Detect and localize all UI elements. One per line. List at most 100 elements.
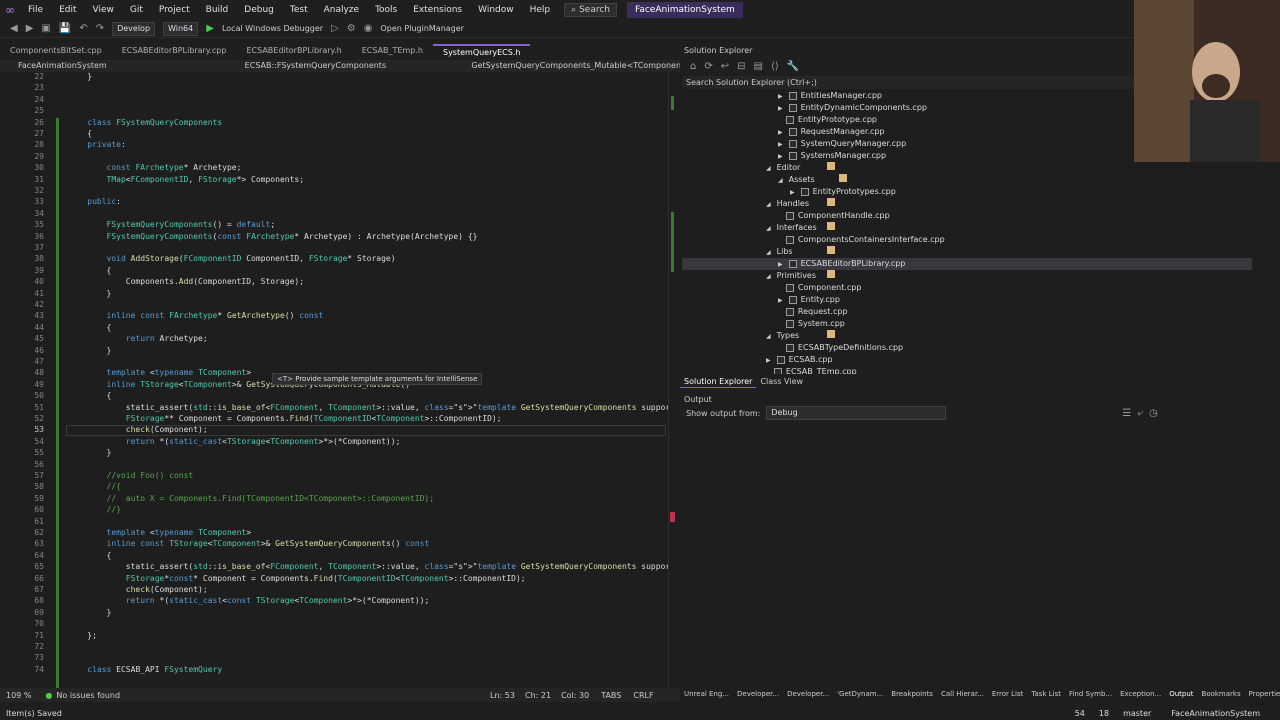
code-line[interactable]: return Archetype; [68,334,208,343]
menu-window[interactable]: Window [470,5,522,15]
code-line[interactable]: inline const TStorage<TComponent>& GetSy… [68,539,430,548]
platform-dropdown[interactable]: Win64 [163,21,199,36]
code-line[interactable]: check(Component); [68,425,208,434]
collapse-icon[interactable]: ⊟ [737,61,745,72]
code-line[interactable]: //} [68,505,121,514]
sync-icon[interactable]: ⟳ [704,61,712,72]
code-line[interactable]: }; [68,631,97,640]
code-line[interactable]: } [68,72,92,81]
code-line[interactable]: static_assert(std::is_base_of<FComponent… [68,403,668,412]
expand-arrow-icon[interactable]: ◢ [766,333,771,340]
tab-componentsbitset-cpp[interactable]: ComponentsBitSet.cpp [0,44,112,58]
new-file-icon[interactable]: ▣ [41,23,50,34]
menu-view[interactable]: View [85,5,122,15]
code-line[interactable]: } [68,289,112,298]
code-line[interactable]: TMap<FComponentID, FStorage*> Components… [68,175,305,184]
home-icon[interactable]: ⌂ [690,61,696,72]
code-line[interactable]: { [68,129,92,138]
code-line[interactable]: return *(static_cast<const TStorage<TCom… [68,596,430,605]
undo-icon[interactable]: ↶ [79,23,87,34]
tree-item[interactable]: Request.cpp [778,306,848,318]
settings-icon[interactable]: ⚙ [347,23,356,34]
expand-arrow-icon[interactable]: ▶ [778,105,783,112]
expand-arrow-icon[interactable]: ▶ [778,153,783,160]
expand-arrow-icon[interactable]: ◢ [766,249,771,256]
code-line[interactable]: FStorage** Component = Components.Find(T… [68,414,502,423]
tool-tab-task-list[interactable]: Task List [1031,690,1061,702]
menu-debug[interactable]: Debug [236,5,282,15]
tab-solution-explorer[interactable]: Solution Explorer [680,376,757,388]
code-line[interactable]: { [68,323,112,332]
code-line[interactable]: template <typename TComponent> [68,528,252,537]
code-line[interactable]: // auto X = Components.Find(TComponentID… [68,494,435,503]
clear-all-icon[interactable]: ☰ [1122,408,1131,419]
code-line[interactable]: static_assert(std::is_base_of<FComponent… [68,562,668,571]
tool-tab--getdynam-[interactable]: 'GetDynam... [837,690,883,702]
expand-arrow-icon[interactable]: ▶ [778,297,783,304]
tool-tab-find-symb-[interactable]: Find Symb... [1069,690,1112,702]
tree-item[interactable]: ComponentsContainersInterface.cpp [778,234,945,246]
tab-systemqueryecs-h[interactable]: SystemQueryECS.h [432,44,531,58]
plugin-icon[interactable]: ◉ [364,23,373,34]
back-icon[interactable]: ◀ [10,23,18,34]
tab-ecsabeditorbplibrary-h[interactable]: ECSABEditorBPLibrary.h [236,44,351,58]
expand-arrow-icon[interactable]: ◢ [766,273,771,280]
code-line[interactable]: return *(static_cast<TStorage<TComponent… [68,437,401,446]
menu-file[interactable]: File [20,5,51,15]
scope-dropdown[interactable]: ECSAB::FSystemQueryComponents [227,60,454,72]
code-line[interactable]: } [68,346,112,355]
tree-item[interactable]: ▶ ECSAB.cpp [766,354,833,366]
expand-arrow-icon[interactable]: ◢ [766,225,771,232]
tree-item[interactable]: ▶ EntityPrototypes.cpp [790,186,896,198]
code-line[interactable]: FSystemQueryComponents() = default; [68,220,276,229]
menu-build[interactable]: Build [198,5,237,15]
code-line[interactable]: //{ [68,482,121,491]
menu-help[interactable]: Help [522,5,559,15]
editor-vertical-scrollbar[interactable] [668,72,680,688]
tree-item[interactable]: ▶ RequestManager.cpp [778,126,885,138]
code-line[interactable]: const FArchetype* Archetype; [68,163,242,172]
expand-arrow-icon[interactable]: ▶ [778,93,783,100]
tree-item[interactable]: ◢ Editor [766,162,835,174]
tree-item[interactable]: ECSABTypeDefinitions.cpp [778,342,903,354]
output-content[interactable] [682,422,1252,686]
tree-item[interactable]: ◢ Assets [778,174,847,186]
zoom-level[interactable]: 109 % [6,691,31,700]
tool-tab-error-list[interactable]: Error List [992,690,1024,702]
menu-edit[interactable]: Edit [51,5,84,15]
start-debugging-icon[interactable]: ▶ [206,23,214,34]
indent-mode[interactable]: TABS [601,691,621,700]
code-line[interactable]: } [68,608,112,617]
code-line[interactable]: private: [68,140,126,149]
tree-item[interactable]: ▶ SystemQueryManager.cpp [778,138,906,150]
status-project[interactable]: FaceAnimationSystem [1171,709,1260,718]
tree-item[interactable]: ◢ Libs [766,246,835,258]
expand-arrow-icon[interactable]: ◢ [766,165,771,172]
tree-item[interactable]: ▶ Entity.cpp [778,294,840,306]
code-line[interactable]: FSystemQueryComponents(const FArchetype*… [68,232,478,241]
expand-arrow-icon[interactable]: ▶ [778,141,783,148]
code-line[interactable]: //void Foo() const [68,471,194,480]
code-line[interactable]: class FSystemQueryComponents [68,118,222,127]
expand-arrow-icon[interactable]: ▶ [778,261,783,268]
tool-tab-call-hierar-[interactable]: Call Hierar... [941,690,984,702]
timestamp-icon[interactable]: ◷ [1149,408,1158,419]
expand-arrow-icon[interactable]: ▶ [778,129,783,136]
tool-tab-output[interactable]: Output [1169,690,1193,702]
tool-tab-developer-[interactable]: Developer... [737,690,779,702]
code-editor[interactable]: 22 } 23 24 25 26 class FSystemQueryComponent… [0,72,668,688]
menu-test[interactable]: Test [282,5,316,15]
redo-icon[interactable]: ↷ [96,23,104,34]
tree-item[interactable]: System.cpp [778,318,845,330]
code-line[interactable]: inline const FArchetype* GetArchetype() … [68,311,324,320]
tool-tab-exception-[interactable]: Exception... [1120,690,1161,702]
tool-tab-developer-[interactable]: Developer... [787,690,829,702]
error-count[interactable]: 54 [1075,709,1085,718]
back-icon[interactable]: ↩ [721,61,729,72]
member-dropdown[interactable]: GetSystemQueryComponents_Mutable<TCompon… [453,60,680,72]
tab-ecsabeditorbplibrary-cpp[interactable]: ECSABEditorBPLibrary.cpp [112,44,237,58]
menu-tools[interactable]: Tools [367,5,405,15]
open-plugin-manager[interactable]: Open PluginManager [381,24,464,33]
tree-item[interactable]: ◢ Handles [766,198,835,210]
tree-item[interactable]: ▶ SystemsManager.cpp [778,150,886,162]
